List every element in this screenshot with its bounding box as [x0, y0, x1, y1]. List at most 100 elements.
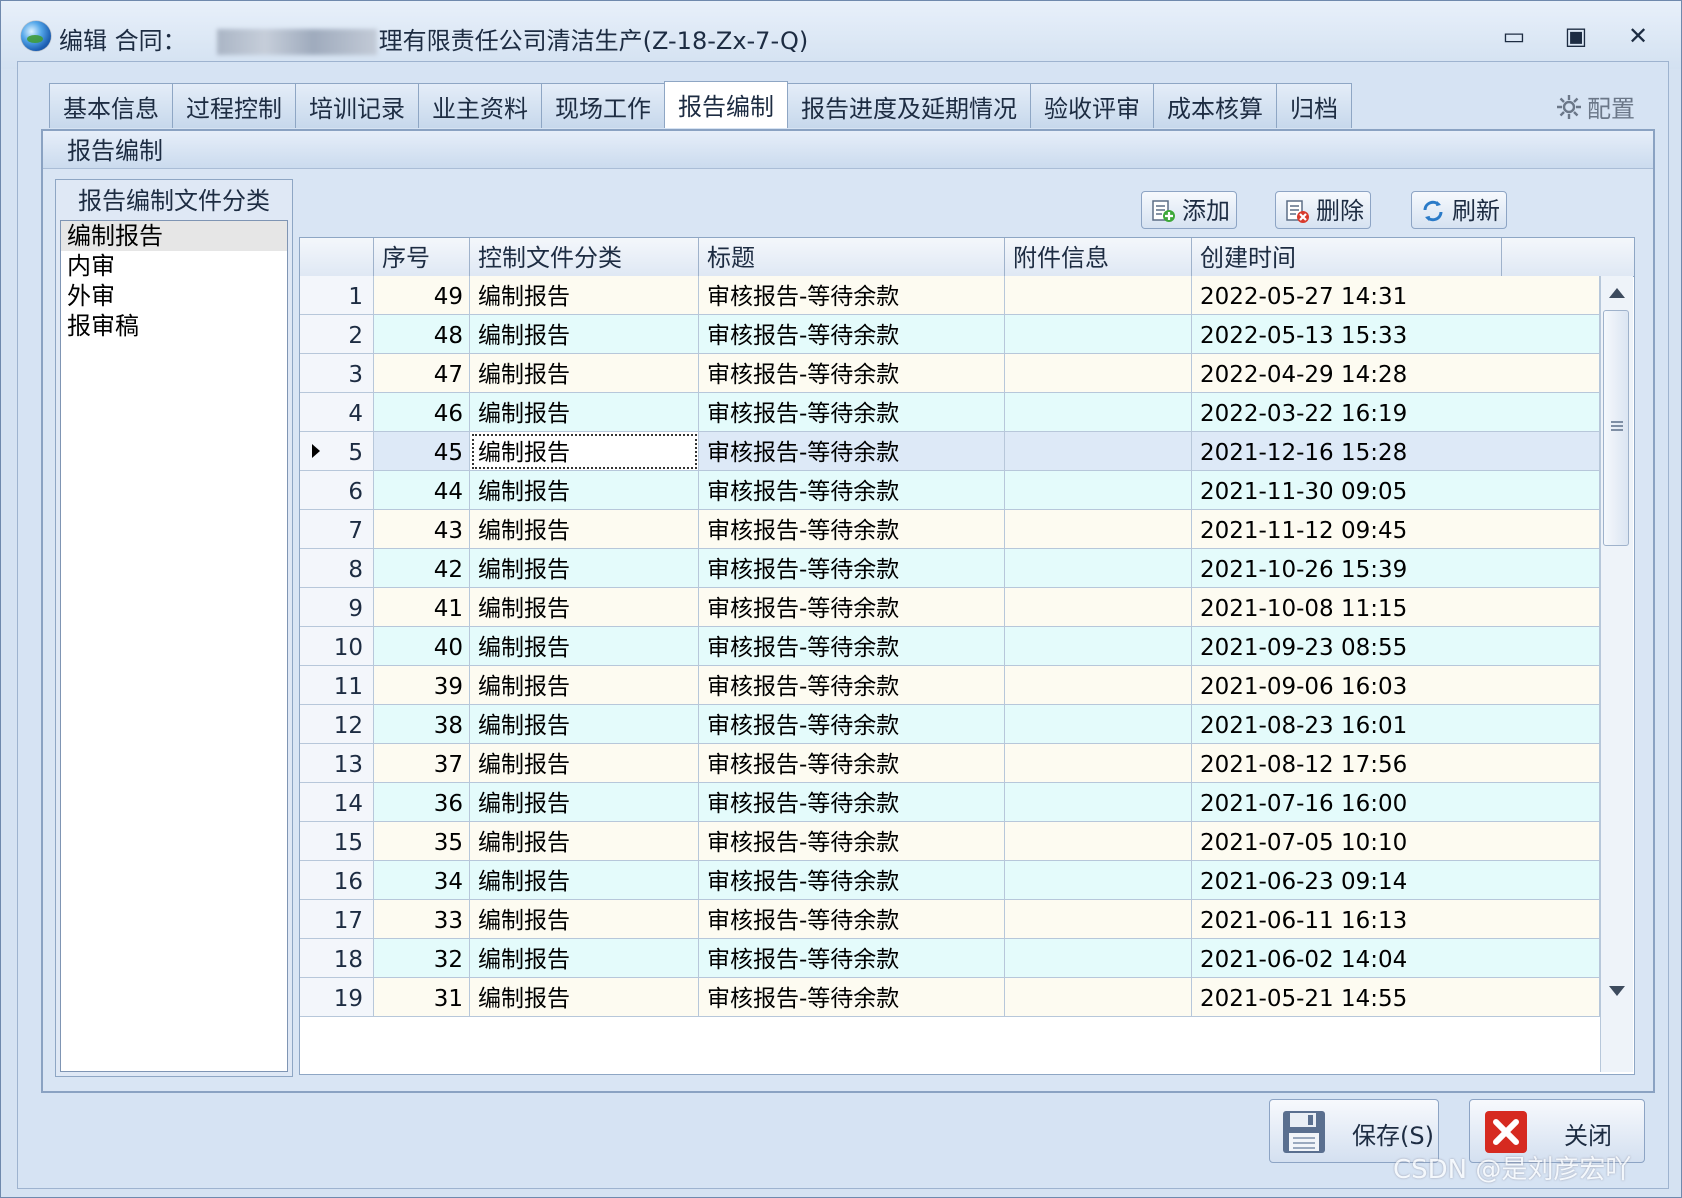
add-button[interactable]: 添加: [1141, 191, 1237, 229]
cell-created[interactable]: 2021-06-11 16:13: [1192, 900, 1600, 939]
cell-created[interactable]: 2021-07-05 10:10: [1192, 822, 1600, 861]
cell-category[interactable]: 编制报告: [470, 432, 699, 471]
cell-created[interactable]: 2021-11-30 09:05: [1192, 471, 1600, 510]
table-row[interactable]: 11 39 编制报告 审核报告-等待余款 2021-09-06 16:03: [300, 666, 1600, 705]
cell-category[interactable]: 编制报告: [470, 627, 699, 666]
cell-seq[interactable]: 36: [374, 783, 470, 822]
cell-seq[interactable]: 41: [374, 588, 470, 627]
tab-2[interactable]: 培训记录: [295, 83, 419, 128]
cell-seq[interactable]: 49: [374, 276, 470, 315]
tab-8[interactable]: 成本核算: [1153, 83, 1277, 128]
cell-title[interactable]: 审核报告-等待余款: [699, 276, 1005, 315]
cell-attachment[interactable]: [1005, 783, 1192, 822]
cell-attachment[interactable]: [1005, 393, 1192, 432]
cell-created[interactable]: 2021-08-23 16:01: [1192, 705, 1600, 744]
cell-title[interactable]: 审核报告-等待余款: [699, 939, 1005, 978]
table-row[interactable]: 6 44 编制报告 审核报告-等待余款 2021-11-30 09:05: [300, 471, 1600, 510]
cell-attachment[interactable]: [1005, 861, 1192, 900]
cell-title[interactable]: 审核报告-等待余款: [699, 432, 1005, 471]
cell-title[interactable]: 审核报告-等待余款: [699, 666, 1005, 705]
cell-attachment[interactable]: [1005, 315, 1192, 354]
cell-category[interactable]: 编制报告: [470, 588, 699, 627]
header-created[interactable]: 创建时间: [1192, 238, 1502, 276]
cell-category[interactable]: 编制报告: [470, 666, 699, 705]
table-row[interactable]: 17 33 编制报告 审核报告-等待余款 2021-06-11 16:13: [300, 900, 1600, 939]
cell-seq[interactable]: 39: [374, 666, 470, 705]
cell-title[interactable]: 审核报告-等待余款: [699, 900, 1005, 939]
category-list[interactable]: 编制报告 内审 外审 报审稿: [60, 220, 288, 1072]
cell-attachment[interactable]: [1005, 822, 1192, 861]
cell-attachment[interactable]: [1005, 432, 1192, 471]
table-row[interactable]: 13 37 编制报告 审核报告-等待余款 2021-08-12 17:56: [300, 744, 1600, 783]
table-row[interactable]: 3 47 编制报告 审核报告-等待余款 2022-04-29 14:28: [300, 354, 1600, 393]
cell-category[interactable]: 编制报告: [470, 900, 699, 939]
cell-created[interactable]: 2021-11-12 09:45: [1192, 510, 1600, 549]
cell-attachment[interactable]: [1005, 744, 1192, 783]
title-bar[interactable]: 编辑 合同： 理有限责任公司清洁生产(Z-18-Zx-7-Q) ▭ ▣ ✕: [1, 1, 1681, 69]
tab-6[interactable]: 报告进度及延期情况: [787, 83, 1031, 128]
cell-created[interactable]: 2022-04-29 14:28: [1192, 354, 1600, 393]
table-row[interactable]: 16 34 编制报告 审核报告-等待余款 2021-06-23 09:14: [300, 861, 1600, 900]
cell-seq[interactable]: 45: [374, 432, 470, 471]
cell-created[interactable]: 2022-05-13 15:33: [1192, 315, 1600, 354]
maximize-button[interactable]: ▣: [1557, 19, 1595, 53]
tab-4[interactable]: 现场工作: [541, 83, 665, 128]
scroll-up-arrow-icon[interactable]: [1609, 288, 1625, 298]
cell-title[interactable]: 审核报告-等待余款: [699, 588, 1005, 627]
cell-created[interactable]: 2022-03-22 16:19: [1192, 393, 1600, 432]
cell-title[interactable]: 审核报告-等待余款: [699, 978, 1005, 1017]
close-window-button[interactable]: ✕: [1619, 19, 1657, 53]
cell-seq[interactable]: 38: [374, 705, 470, 744]
category-item[interactable]: 编制报告: [61, 221, 287, 251]
cell-category[interactable]: 编制报告: [470, 549, 699, 588]
header-category[interactable]: 控制文件分类: [470, 238, 699, 276]
header-seq[interactable]: 序号: [374, 238, 470, 276]
cell-attachment[interactable]: [1005, 549, 1192, 588]
minimize-button[interactable]: ▭: [1495, 19, 1533, 53]
vertical-scrollbar[interactable]: [1600, 276, 1633, 1072]
cell-created[interactable]: 2021-10-26 15:39: [1192, 549, 1600, 588]
config-button[interactable]: 配置: [1555, 89, 1635, 124]
cell-title[interactable]: 审核报告-等待余款: [699, 783, 1005, 822]
cell-category[interactable]: 编制报告: [470, 705, 699, 744]
cell-attachment[interactable]: [1005, 627, 1192, 666]
cell-category[interactable]: 编制报告: [470, 471, 699, 510]
cell-category[interactable]: 编制报告: [470, 861, 699, 900]
cell-seq[interactable]: 47: [374, 354, 470, 393]
cell-created[interactable]: 2021-09-23 08:55: [1192, 627, 1600, 666]
cell-attachment[interactable]: [1005, 666, 1192, 705]
table-row[interactable]: 12 38 编制报告 审核报告-等待余款 2021-08-23 16:01: [300, 705, 1600, 744]
cell-category[interactable]: 编制报告: [470, 978, 699, 1017]
cell-attachment[interactable]: [1005, 276, 1192, 315]
cell-created[interactable]: 2021-05-21 14:55: [1192, 978, 1600, 1017]
table-row[interactable]: 1 49 编制报告 审核报告-等待余款 2022-05-27 14:31: [300, 276, 1600, 315]
cell-category[interactable]: 编制报告: [470, 783, 699, 822]
cell-seq[interactable]: 44: [374, 471, 470, 510]
scroll-thumb[interactable]: [1603, 310, 1629, 546]
cell-attachment[interactable]: [1005, 510, 1192, 549]
cell-title[interactable]: 审核报告-等待余款: [699, 861, 1005, 900]
cell-attachment[interactable]: [1005, 900, 1192, 939]
table-row[interactable]: 2 48 编制报告 审核报告-等待余款 2022-05-13 15:33: [300, 315, 1600, 354]
category-item[interactable]: 报审稿: [61, 311, 287, 341]
table-row[interactable]: 8 42 编制报告 审核报告-等待余款 2021-10-26 15:39: [300, 549, 1600, 588]
table-row[interactable]: 15 35 编制报告 审核报告-等待余款 2021-07-05 10:10: [300, 822, 1600, 861]
cell-created[interactable]: 2022-05-27 14:31: [1192, 276, 1600, 315]
cell-attachment[interactable]: [1005, 354, 1192, 393]
tab-7[interactable]: 验收评审: [1030, 83, 1154, 128]
cell-seq[interactable]: 34: [374, 861, 470, 900]
table-row[interactable]: 19 31 编制报告 审核报告-等待余款 2021-05-21 14:55: [300, 978, 1600, 1017]
cell-category[interactable]: 编制报告: [470, 744, 699, 783]
cell-category[interactable]: 编制报告: [470, 315, 699, 354]
cell-title[interactable]: 审核报告-等待余款: [699, 627, 1005, 666]
header-title[interactable]: 标题: [699, 238, 1005, 276]
cell-seq[interactable]: 48: [374, 315, 470, 354]
cell-title[interactable]: 审核报告-等待余款: [699, 471, 1005, 510]
cell-created[interactable]: 2021-09-06 16:03: [1192, 666, 1600, 705]
cell-created[interactable]: 2021-06-23 09:14: [1192, 861, 1600, 900]
tab-5[interactable]: 报告编制: [664, 81, 788, 128]
tab-9[interactable]: 归档: [1276, 83, 1352, 128]
cell-category[interactable]: 编制报告: [470, 822, 699, 861]
cell-seq[interactable]: 46: [374, 393, 470, 432]
cell-created[interactable]: 2021-10-08 11:15: [1192, 588, 1600, 627]
